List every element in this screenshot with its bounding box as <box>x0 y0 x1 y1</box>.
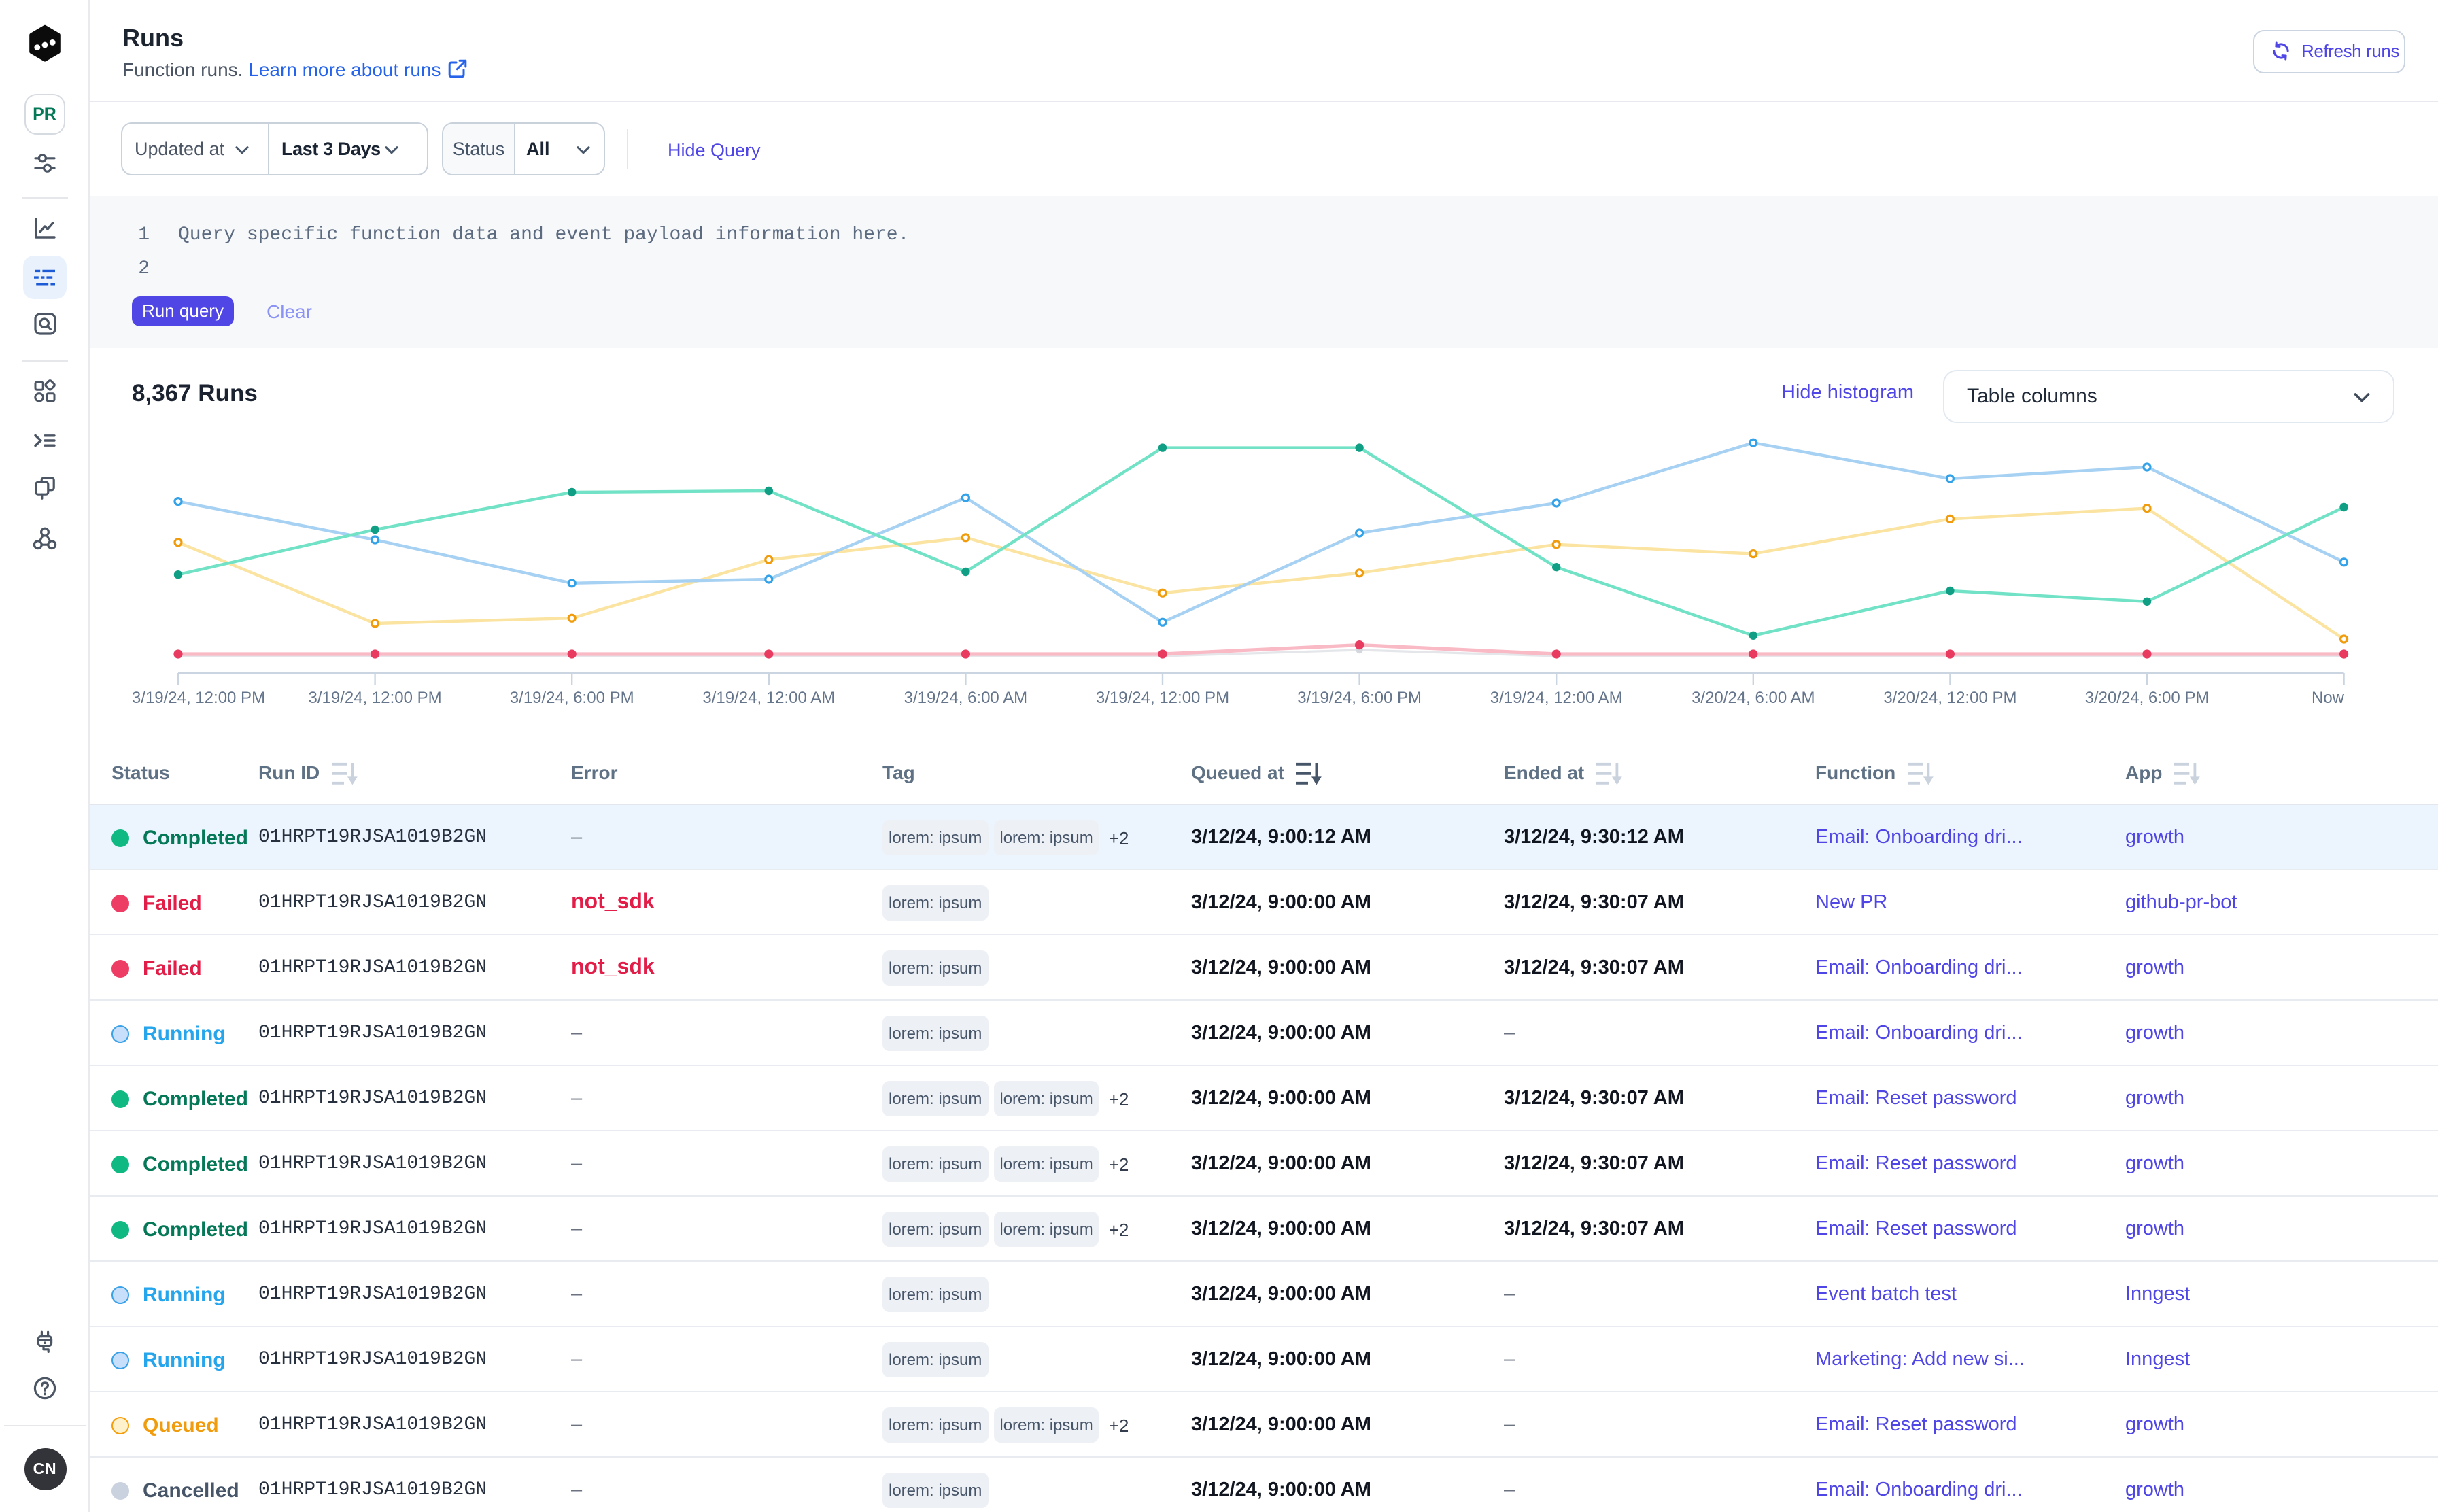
svg-text:3/20/24, 6:00 PM: 3/20/24, 6:00 PM <box>2085 689 2210 707</box>
svg-text:3/19/24, 12:00 AM: 3/19/24, 12:00 AM <box>702 689 835 707</box>
svg-text:3/19/24, 12:00 AM: 3/19/24, 12:00 AM <box>1490 689 1623 707</box>
svg-text:3/20/24, 12:00 PM: 3/20/24, 12:00 PM <box>1883 689 2016 707</box>
svg-text:3/19/24, 12:00 PM: 3/19/24, 12:00 PM <box>132 689 265 707</box>
svg-text:3/19/24, 12:00 PM: 3/19/24, 12:00 PM <box>309 689 442 707</box>
svg-text:3/19/24, 6:00 PM: 3/19/24, 6:00 PM <box>1297 689 1422 707</box>
svg-text:3/19/24, 6:00 AM: 3/19/24, 6:00 AM <box>904 689 1027 707</box>
svg-text:Now: Now <box>2312 689 2345 707</box>
svg-text:3/19/24, 12:00 PM: 3/19/24, 12:00 PM <box>1096 689 1229 707</box>
svg-text:3/19/24, 6:00 PM: 3/19/24, 6:00 PM <box>510 689 634 707</box>
svg-text:3/20/24, 6:00 AM: 3/20/24, 6:00 AM <box>1692 689 1815 707</box>
